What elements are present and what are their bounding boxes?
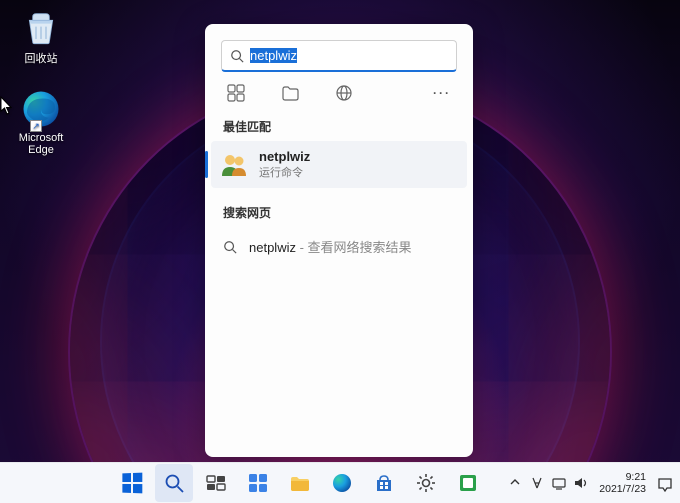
widgets-icon (247, 472, 269, 494)
shortcut-arrow-icon: ↗ (30, 120, 42, 132)
tray-time: 9:21 (599, 471, 646, 483)
desktop-icon-label: 回收站 (6, 50, 76, 66)
search-icon (223, 240, 237, 254)
search-icon (163, 472, 185, 494)
folder-icon (289, 472, 311, 494)
filter-documents-icon[interactable] (281, 84, 299, 102)
tray-ime-icon[interactable] (529, 475, 545, 491)
section-title-best-match: 最佳匹配 (205, 112, 473, 141)
result-best-match[interactable]: netplwiz 运行命令 (211, 141, 467, 188)
app-icon (457, 472, 479, 494)
taskbar-app[interactable] (449, 464, 487, 502)
windows-logo-icon (123, 473, 142, 493)
taskbar-search-button[interactable] (155, 464, 193, 502)
desktop-icon-label: Microsoft Edge (6, 132, 76, 156)
tray-notifications-icon[interactable] (656, 474, 674, 492)
filter-apps-icon[interactable] (227, 84, 245, 102)
web-term: netplwiz (249, 240, 296, 255)
tray-volume-icon[interactable] (573, 475, 589, 491)
tray-overflow-button[interactable] (509, 476, 523, 491)
cursor-icon (0, 96, 14, 116)
taskbar-explorer[interactable] (281, 464, 319, 502)
edge-icon: ↗ (20, 88, 62, 130)
users-icon (219, 152, 249, 178)
result-subtitle: 运行命令 (259, 164, 310, 180)
desktop-icon-edge[interactable]: ↗ Microsoft Edge (6, 88, 76, 156)
tray-network-icon[interactable] (551, 475, 567, 491)
gear-icon (415, 472, 437, 494)
section-title-web: 搜索网页 (205, 198, 473, 227)
tray-clock[interactable]: 9:21 2021/7/23 (595, 471, 650, 495)
recycle-bin-icon (20, 6, 62, 48)
search-filter-row: ··· (205, 72, 473, 112)
widgets-button[interactable] (239, 464, 277, 502)
start-button[interactable] (113, 464, 151, 502)
filter-more-icon[interactable]: ··· (433, 84, 451, 102)
task-view-button[interactable] (197, 464, 235, 502)
taskbar-edge[interactable] (323, 464, 361, 502)
desktop-icon-recycle-bin[interactable]: 回收站 (6, 6, 76, 66)
search-icon (230, 49, 244, 63)
result-web-search[interactable]: netplwiz - 查看网络搜索结果 (205, 227, 473, 266)
edge-icon (331, 472, 353, 494)
search-panel: ··· 最佳匹配 netplwiz 运行命令 搜索网页 netplwiz - 查… (205, 24, 473, 457)
search-box[interactable] (221, 40, 457, 72)
web-subtitle: - 查看网络搜索结果 (296, 240, 412, 255)
taskbar-store[interactable] (365, 464, 403, 502)
task-view-icon (205, 472, 227, 494)
search-input[interactable] (250, 48, 448, 63)
taskbar-settings[interactable] (407, 464, 445, 502)
filter-web-icon[interactable] (335, 84, 353, 102)
tray-date: 2021/7/23 (599, 483, 646, 495)
store-icon (373, 472, 395, 494)
result-title: netplwiz (259, 149, 310, 164)
system-tray: 9:21 2021/7/23 (509, 471, 680, 495)
taskbar: 9:21 2021/7/23 (0, 462, 680, 503)
